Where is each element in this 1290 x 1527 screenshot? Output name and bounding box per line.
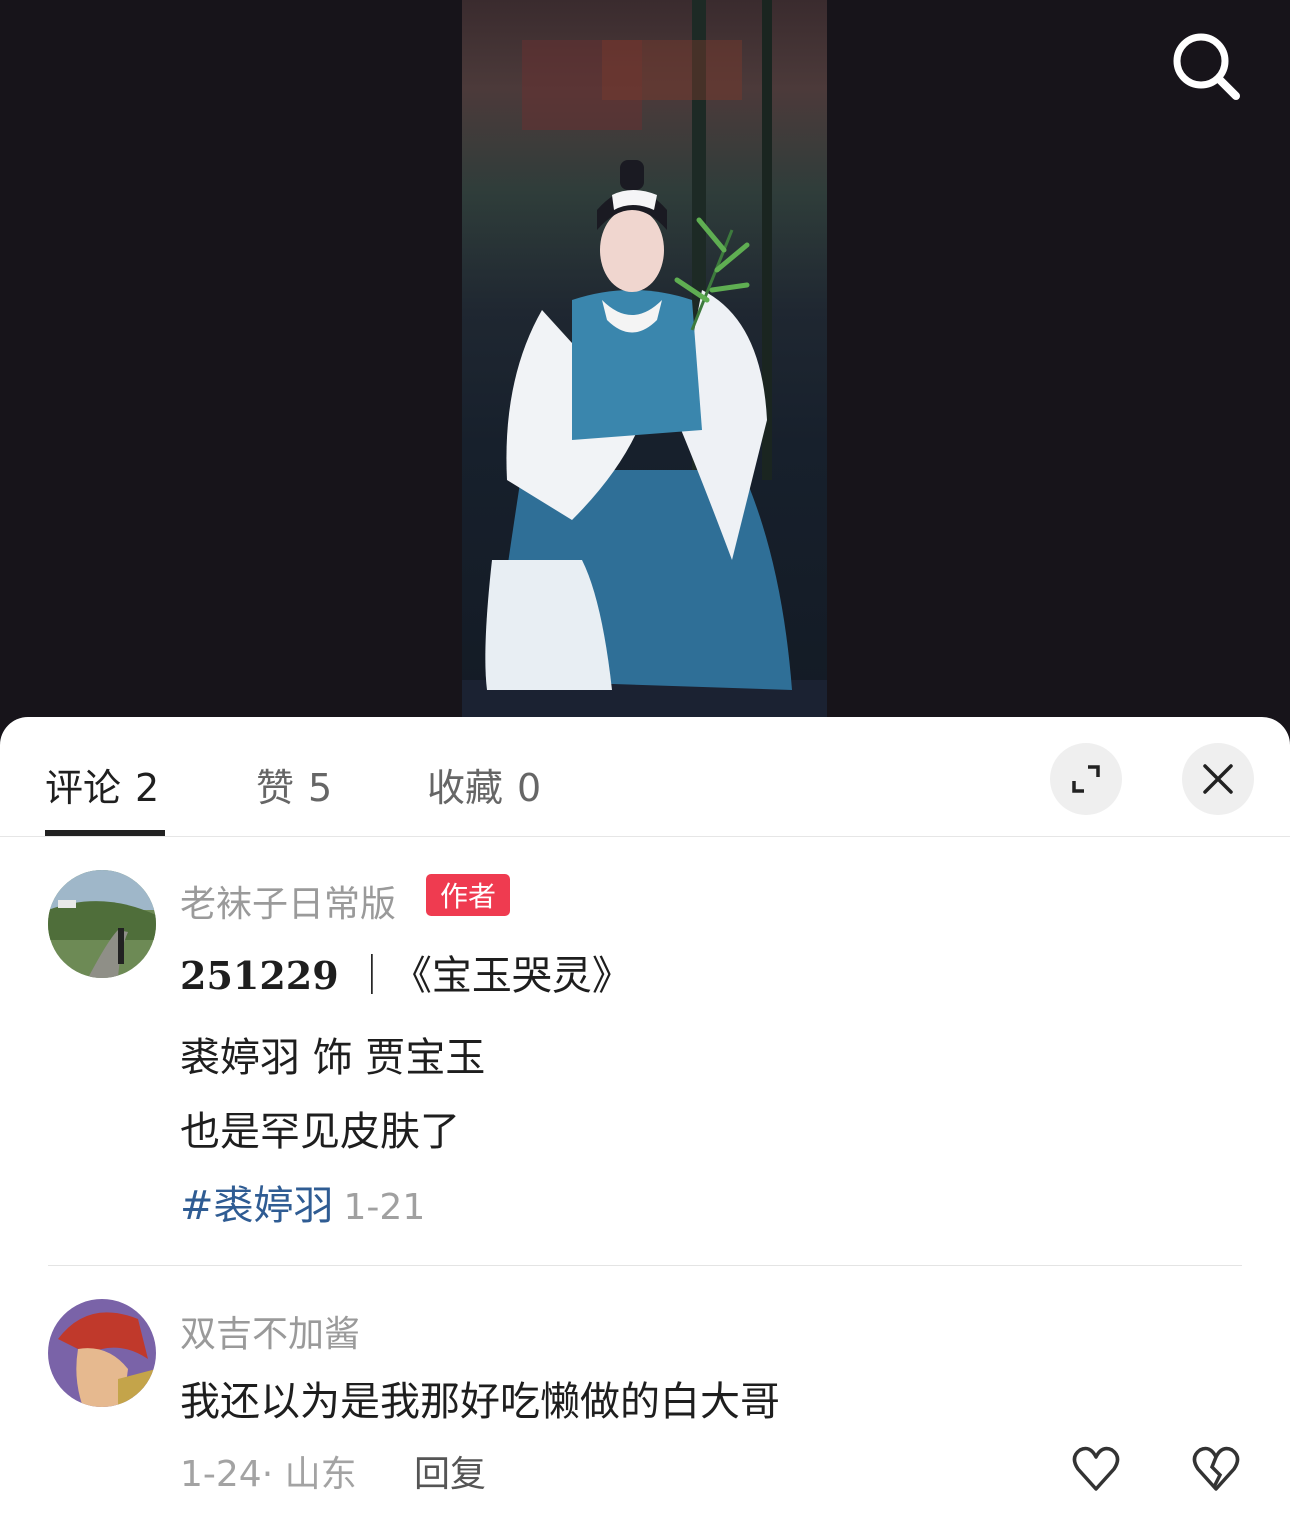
tab-comments[interactable]: 评论 2 <box>45 757 159 812</box>
heart-icon <box>1072 1446 1120 1491</box>
avatar-image <box>48 870 156 978</box>
tab-likes-count: 5 <box>308 766 333 810</box>
hashtag-link[interactable]: #裘婷羽 <box>180 1183 334 1229</box>
comment-meta: 1-24· 山东 <box>180 1454 357 1495</box>
broken-heart-icon <box>1192 1446 1240 1491</box>
tab-favorites-count: 0 <box>517 766 542 810</box>
comment-line: 也是罕见皮肤了 <box>180 1109 460 1155</box>
dislike-button[interactable] <box>1190 1443 1242 1495</box>
author-badge: 作者 <box>426 874 510 916</box>
expand-button[interactable] <box>1050 743 1122 815</box>
tab-comments-label: 评论 <box>45 766 122 810</box>
close-icon <box>1203 764 1233 794</box>
avatar-image <box>48 1299 156 1407</box>
comment-line: 裘婷羽 饰 贾宝玉 <box>180 1035 486 1081</box>
comment-username[interactable]: 老袜子日常版 <box>180 875 396 927</box>
search-icon <box>1173 33 1240 100</box>
avatar[interactable] <box>48 1299 156 1407</box>
tab-comments-count: 2 <box>135 766 160 810</box>
expand-icon <box>1072 765 1100 793</box>
performer-illustration <box>462 0 827 740</box>
performance-photo <box>462 0 827 740</box>
comment-divider <box>48 1265 1242 1266</box>
comment-title-rest: ｜《宝玉哭灵》 <box>351 953 632 999</box>
search-button[interactable] <box>1168 28 1244 104</box>
comment-username[interactable]: 双吉不加酱 <box>180 1305 360 1357</box>
tab-likes-label: 赞 <box>256 766 295 810</box>
media-viewer[interactable] <box>0 0 1290 740</box>
comment-tag-row: #裘婷羽 1-21 <box>180 1173 425 1231</box>
tab-bar: 评论 2 赞5 收藏 0 <box>0 717 1290 837</box>
comment-sheet: 评论 2 赞5 收藏 0 老袜子日常版 作者 251229 ｜《宝玉哭灵》 裘婷… <box>0 717 1290 1527</box>
comment-title: 251229 ｜《宝玉哭灵》 <box>180 943 632 1001</box>
close-button[interactable] <box>1182 743 1254 815</box>
avatar[interactable] <box>48 870 156 978</box>
tab-favorites[interactable]: 收藏 0 <box>427 757 541 812</box>
tab-likes[interactable]: 赞5 <box>256 757 332 812</box>
reply-button[interactable]: 回复 <box>414 1445 486 1497</box>
comment-title-code: 251229 <box>180 953 339 998</box>
tabs-divider <box>0 836 1290 837</box>
comment-date: 1-21 <box>343 1187 426 1228</box>
tab-favorites-label: 收藏 <box>427 766 504 810</box>
comment-text: 我还以为是我那好吃懒做的白大哥 <box>180 1379 780 1425</box>
like-button[interactable] <box>1070 1443 1122 1495</box>
